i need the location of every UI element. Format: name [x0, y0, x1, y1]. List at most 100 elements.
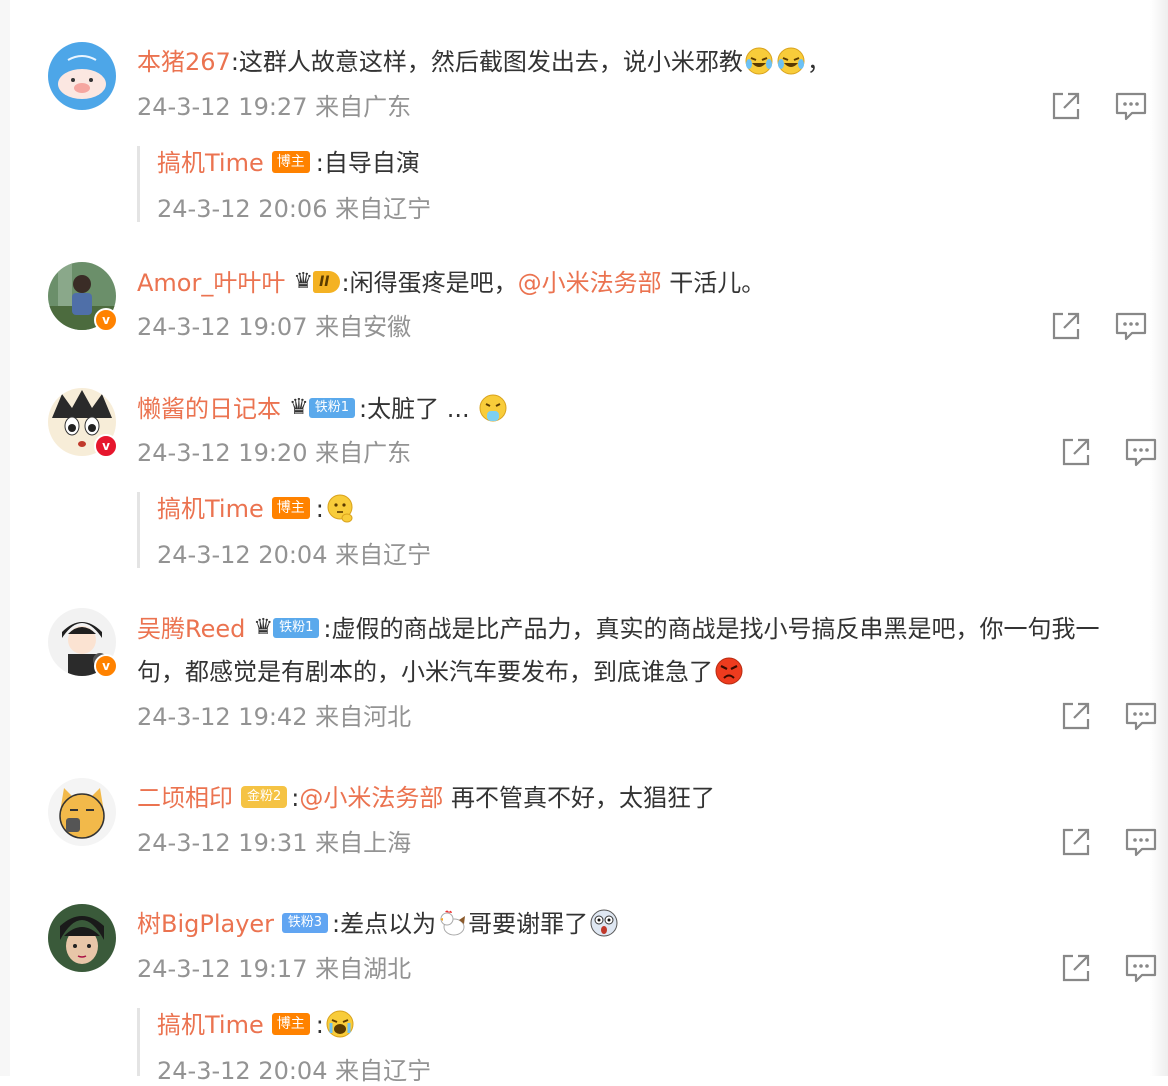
crown-icon: ♛ — [293, 269, 314, 294]
username-link[interactable]: 搞机Time — [157, 149, 264, 177]
comment-text: :太脏了 ... — [359, 395, 470, 423]
reply-indent-bar — [137, 492, 140, 568]
comment-button[interactable] — [1124, 952, 1158, 984]
fan-badge: 铁粉1 — [273, 618, 320, 638]
angry-emoji-icon — [714, 656, 744, 686]
share-button[interactable] — [1060, 436, 1094, 468]
username-link[interactable]: 搞机Time — [157, 1011, 264, 1039]
mention-link[interactable]: @小米法务部 — [518, 269, 662, 297]
share-icon — [1062, 702, 1090, 730]
author-badge: 博主 — [271, 1013, 310, 1035]
share-button[interactable] — [1060, 952, 1094, 984]
comment-content: 懒酱的日记本 ♛ 铁粉1:太脏了 ... — [137, 392, 509, 428]
comment-text-after: 干活儿。 — [661, 269, 766, 297]
comment-meta: 24-3-12 19:42 来自河北 — [137, 702, 411, 732]
comment-time: 24-3-12 19:27 — [137, 93, 308, 121]
left-edge — [0, 0, 10, 1076]
comment-icon — [1125, 828, 1157, 857]
comment-time: 24-3-12 19:42 — [137, 703, 308, 731]
reply-meta: 24-3-12 20:04 来自辽宁 — [157, 540, 431, 570]
reply-time: 24-3-12 20:04 — [157, 1057, 328, 1085]
vip-level-badge: II — [313, 271, 340, 293]
comment-button[interactable] — [1124, 436, 1158, 468]
comment-time: 24-3-12 19:20 — [137, 439, 308, 467]
avatar[interactable] — [48, 904, 116, 972]
comment-time: 24-3-12 19:17 — [137, 955, 308, 983]
author-badge: 博主 — [271, 151, 310, 173]
comment-meta: 24-3-12 19:17 来自湖北 — [137, 954, 411, 984]
avatar[interactable] — [48, 42, 116, 110]
comment-content: 二顷相印 金粉2:@小米法务部 再不管真不好，太猖狂了 — [137, 782, 715, 814]
comment-location: 来自广东 — [315, 93, 412, 121]
verified-badge-icon: v — [94, 434, 118, 458]
reply-time: 24-3-12 20:04 — [157, 541, 328, 569]
comment-icon — [1125, 702, 1157, 731]
comment-meta: 24-3-12 19:31 来自上海 — [137, 828, 411, 858]
verified-badge-icon: v — [94, 654, 118, 678]
comment-meta: 24-3-12 19:27 来自广东 — [137, 92, 411, 122]
comment-text-end: ， — [806, 48, 831, 76]
comment-button[interactable] — [1124, 826, 1158, 858]
username-link[interactable]: 懒酱的日记本 — [137, 395, 281, 423]
share-button[interactable] — [1050, 310, 1084, 342]
comment-content: 树BigPlayer 铁粉3:差点以为 哥要谢罪了 — [137, 908, 620, 942]
comment-meta: 24-3-12 19:20 来自广东 — [137, 438, 411, 468]
comment-content: Amor_叶叶叶 ♛ II:闲得蛋疼是吧，@小米法务部 干活儿。 — [137, 266, 765, 302]
share-button[interactable] — [1060, 700, 1094, 732]
reply-content: 搞机Time 博主: — [157, 493, 356, 527]
reply-indent-bar — [137, 1008, 140, 1076]
comment-button[interactable] — [1114, 90, 1148, 122]
reply-location: 来自辽宁 — [335, 541, 432, 569]
comment-text-after: 哥要谢罪了 — [468, 910, 589, 938]
reply-location: 来自辽宁 — [335, 195, 432, 223]
comment-icon — [1125, 438, 1157, 467]
reply-meta: 24-3-12 20:06 来自辽宁 — [157, 194, 431, 224]
reply-text: :自导自演 — [315, 149, 420, 177]
reply-content: 搞机Time 博主:自导自演 — [157, 147, 420, 179]
reply-text: : — [315, 495, 324, 523]
share-button[interactable] — [1050, 90, 1084, 122]
username-link[interactable]: 吴腾Reed — [137, 615, 245, 643]
comment-icon — [1125, 954, 1157, 983]
comment-time: 24-3-12 19:07 — [137, 313, 308, 341]
comment-button[interactable] — [1124, 700, 1158, 732]
comment-button[interactable] — [1114, 310, 1148, 342]
comment-text-after: 再不管真不好，太猖狂了 — [443, 784, 716, 812]
reply-indent-bar — [137, 146, 140, 222]
previous-comment-fragment — [140, 0, 480, 4]
share-icon — [1052, 312, 1080, 340]
comment-location: 来自广东 — [315, 439, 412, 467]
share-button[interactable] — [1060, 826, 1094, 858]
laugh-cry-emoji-icon — [776, 46, 806, 76]
thinking-emoji-icon — [325, 493, 355, 523]
username-link[interactable]: 二顷相印 — [137, 784, 233, 812]
username-link[interactable]: 本猪267 — [137, 48, 231, 76]
avatar[interactable] — [48, 778, 116, 846]
comment-location: 来自上海 — [315, 829, 412, 857]
username-link[interactable]: 树BigPlayer — [137, 910, 274, 938]
crown-icon: ♛ — [289, 395, 309, 420]
crown-icon: ♛ — [253, 615, 274, 640]
right-edge — [1150, 0, 1168, 1076]
crying-emoji-icon — [325, 1009, 355, 1039]
comment-text: :闲得蛋疼是吧， — [341, 269, 518, 297]
comment-location: 来自湖北 — [315, 955, 412, 983]
comment-text: 句，都感觉是有剧本的，小米汽车要发布，到底谁急了 — [137, 658, 713, 686]
reply-meta: 24-3-12 20:04 来自辽宁 — [157, 1056, 431, 1086]
fan-badge: 铁粉1 — [308, 398, 356, 418]
chicken-emoji-icon — [437, 908, 467, 938]
reply-time: 24-3-12 20:06 — [157, 195, 328, 223]
comment-content: 本猪267:这群人故意这样，然后截图发出去，说小米邪教 ， — [137, 46, 831, 80]
share-icon — [1062, 828, 1090, 856]
share-icon — [1062, 438, 1090, 466]
comment-location: 来自安徽 — [315, 313, 412, 341]
username-link[interactable]: 搞机Time — [157, 495, 264, 523]
comment-content: 吴腾Reed ♛ 铁粉1:虚假的商战是比产品力，真实的商战是找小号搞反串黑是吧，你一… — [137, 612, 1099, 648]
comment-content-line2: 句，都感觉是有剧本的，小米汽车要发布，到底谁急了 — [137, 656, 745, 690]
username-link[interactable]: Amor_叶叶叶 — [137, 269, 285, 297]
laugh-cry-emoji-icon — [744, 46, 774, 76]
mention-link[interactable]: @小米法务部 — [299, 784, 443, 812]
comment-location: 来自河北 — [315, 703, 412, 731]
comment-text: :差点以为 — [331, 910, 437, 938]
share-icon — [1052, 92, 1080, 120]
